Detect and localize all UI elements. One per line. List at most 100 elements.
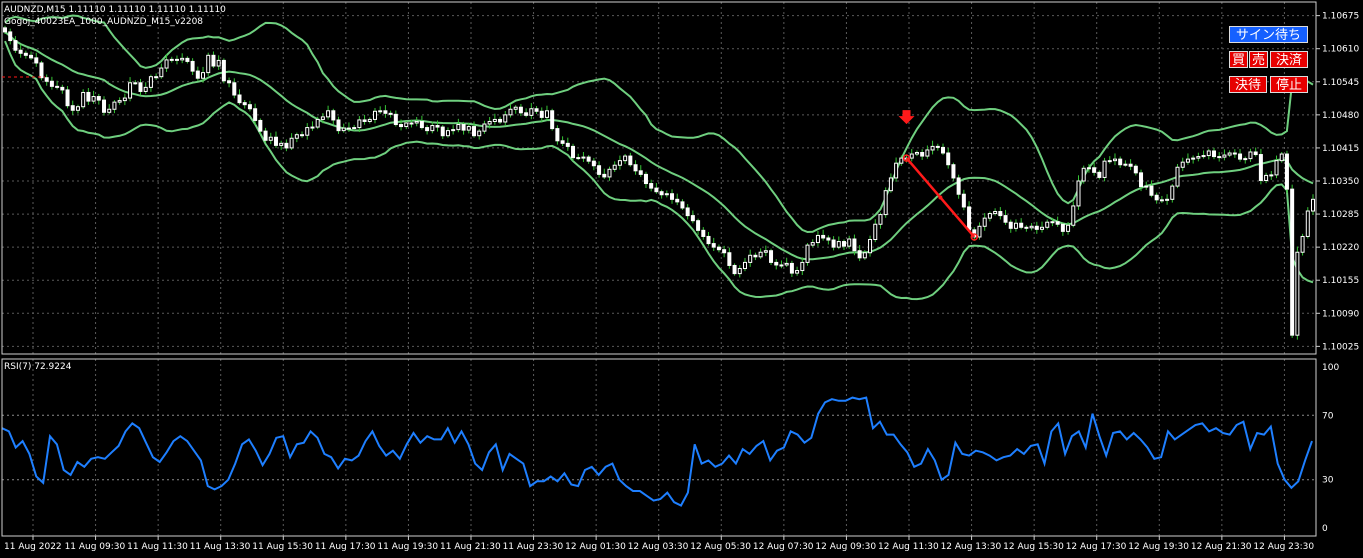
stop-button[interactable]: 停止 [1270, 76, 1308, 93]
time-label: 11 Aug 21:30 [440, 542, 501, 552]
price-label: 1.10285 [1322, 210, 1359, 220]
candle-body [649, 183, 654, 189]
candle-body [789, 262, 794, 274]
candle-body [696, 220, 701, 231]
candle-body [576, 157, 581, 160]
candle-body [815, 234, 820, 244]
time-label: 12 Aug 21:30 [1191, 542, 1252, 552]
candle-body [1300, 235, 1305, 253]
candle-body [701, 229, 706, 237]
candle-body [690, 215, 695, 222]
candle-body [1253, 151, 1258, 156]
candle-body [456, 124, 461, 131]
candle-body [841, 241, 846, 247]
candle-body [1055, 221, 1060, 225]
time-label: 12 Aug 13:30 [941, 542, 1002, 552]
candle-body [414, 120, 419, 124]
time-label: 11 Aug 13:30 [190, 542, 251, 552]
time-label: 12 Aug 15:30 [1003, 542, 1064, 552]
candle-body [742, 261, 747, 270]
candle-body [320, 116, 325, 120]
candle-body [909, 153, 914, 159]
candle-body [315, 118, 320, 128]
chart-canvas[interactable]: 1.10675 1.10610 1.10545 1.10480 1.10415 1.103… [0, 0, 1363, 558]
candle-body [107, 108, 112, 113]
candle-body [279, 142, 284, 146]
candle-body [961, 193, 966, 208]
candle-body [117, 100, 122, 103]
candle-body [1264, 174, 1269, 181]
candle-body [1086, 167, 1091, 170]
candle-body [706, 235, 711, 245]
candle-body [878, 214, 883, 225]
candle-body [1165, 198, 1170, 201]
candle-body [128, 82, 133, 99]
sell-down-arrow-icon [898, 110, 915, 125]
price-label: 1.10090 [1322, 309, 1359, 319]
candle-body [1097, 171, 1102, 178]
sign-wait-button[interactable]: サイン待ち [1229, 26, 1308, 43]
time-label: 12 Aug 19:30 [1128, 542, 1189, 552]
candle-body [993, 211, 998, 215]
settle-wait-button[interactable]: 決待 [1229, 76, 1267, 93]
candle-body [133, 82, 138, 85]
rsi-level-label: 100 [1322, 363, 1339, 373]
candle-body [836, 241, 841, 248]
candle-body [1040, 226, 1045, 230]
candle-body [195, 70, 200, 79]
candle-body [769, 250, 774, 263]
candle-body [623, 155, 628, 162]
candle-body [1185, 158, 1190, 163]
candle-body [544, 110, 549, 118]
candle-body [581, 156, 586, 159]
time-label: 12 Aug 23:30 [1253, 542, 1314, 552]
candle-body [1290, 188, 1295, 336]
candle-body [91, 96, 96, 102]
candle-body [711, 243, 716, 248]
candle-body [1013, 222, 1018, 229]
candle-body [805, 244, 810, 263]
candle-body [159, 67, 164, 78]
candle-body [143, 86, 148, 92]
candle-body [331, 110, 336, 121]
candle-body [1227, 152, 1232, 156]
candle-body [534, 108, 539, 112]
candle-body [987, 213, 992, 219]
candle-body [247, 104, 252, 110]
candle-body [899, 157, 904, 164]
candle-body [1045, 221, 1050, 228]
candle-body [779, 264, 784, 267]
candle-body [404, 122, 409, 128]
time-label: 11 Aug 2022 [4, 542, 62, 552]
candle-body [1201, 155, 1206, 158]
sell-button[interactable]: 売 [1249, 51, 1268, 68]
candle-body [998, 211, 1003, 217]
candle-body [920, 152, 925, 157]
price-label: 1.10480 [1322, 111, 1359, 121]
candle-body [586, 156, 591, 162]
bollinger-middle [4, 31, 1314, 261]
candle-body [941, 146, 946, 154]
candle-body [560, 140, 565, 144]
candle-body [748, 254, 753, 263]
ea-name: Gogoj_40023EA_1000_AUDNZD_M15_v2208 [4, 17, 204, 27]
candle-body [1295, 251, 1300, 336]
time-label: 12 Aug 09:30 [815, 542, 876, 552]
candle-body [1107, 160, 1112, 163]
candle-body [60, 86, 65, 91]
settle-button[interactable]: 決済 [1270, 51, 1308, 68]
candle-body [722, 249, 727, 254]
time-label: 11 Aug 19:30 [377, 542, 438, 552]
candle-body [951, 164, 956, 179]
candle-body [263, 130, 268, 141]
candle-body [1191, 157, 1196, 160]
bollinger-lower [4, 40, 1314, 301]
candle-body [482, 123, 487, 132]
candle-body [190, 60, 195, 72]
candle-body [1071, 205, 1076, 226]
buy-button[interactable]: 買 [1229, 51, 1248, 68]
candle-body [1076, 180, 1081, 207]
candle-body [96, 96, 101, 101]
candle-body [852, 238, 857, 252]
rsi-line [1, 396, 1313, 507]
